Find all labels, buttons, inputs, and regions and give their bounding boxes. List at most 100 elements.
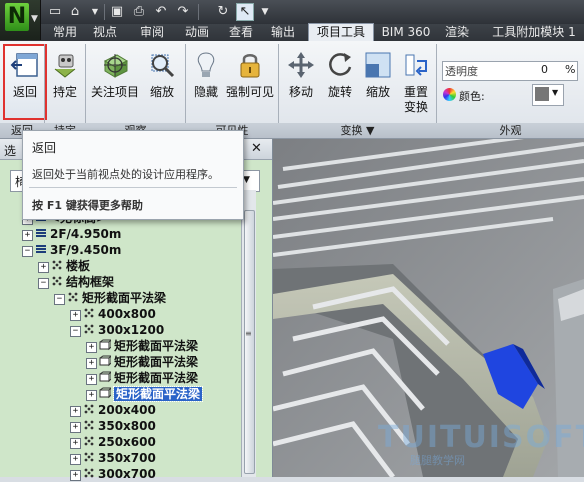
tree-row[interactable]: − 结构框架	[38, 274, 114, 290]
expand-toggle-icon[interactable]: −	[22, 246, 33, 257]
tooltip-help: 按 F1 键获得更多帮助	[32, 199, 143, 212]
tree-row-label: 350x700	[98, 451, 156, 465]
chevron-down-icon: ▼	[552, 88, 559, 97]
tree-row-label: 200x400	[98, 403, 156, 417]
tab-render[interactable]: 渲染	[440, 24, 474, 41]
transparency-slider[interactable]: 透明度 0	[442, 61, 578, 81]
grip-icon: ≡	[245, 329, 252, 338]
expand-toggle-icon[interactable]: +	[86, 358, 97, 369]
category-icon	[68, 292, 78, 302]
expand-toggle-icon[interactable]: +	[70, 422, 81, 433]
color-swatch	[535, 87, 549, 101]
tooltip-title: 返回	[32, 141, 57, 155]
watermark-subtext: 腿腿教学网	[410, 454, 465, 467]
expand-toggle-icon[interactable]: +	[86, 374, 97, 385]
category-icon	[84, 404, 94, 414]
tree-row[interactable]: + 矩形截面平法梁	[86, 370, 198, 386]
tree-row[interactable]: − 300x1200	[70, 322, 164, 338]
level-icon	[36, 229, 46, 237]
tab-addins[interactable]: 工具附加模块 1	[486, 24, 582, 41]
transparency-unit: %	[565, 63, 576, 76]
app-menu-button[interactable]: N ▼	[0, 0, 41, 40]
scale-button[interactable]: 缩放	[358, 46, 398, 116]
tree-row[interactable]: − 3F/9.450m	[22, 242, 121, 258]
expand-toggle-icon[interactable]: +	[22, 230, 33, 241]
reset-label-line1: 重置	[403, 85, 428, 99]
chevron-down-icon: ▼	[31, 14, 38, 24]
selection-tree: +<无标高>+2F/4.950m−3F/9.450m+楼板−结构框架−矩形截面平…	[0, 0, 272, 481]
tree-row[interactable]: +250x600	[70, 434, 156, 450]
geometry-icon	[99, 355, 111, 367]
category-icon	[84, 308, 94, 318]
expand-toggle-icon[interactable]: +	[70, 438, 81, 449]
tree-row[interactable]: +300x700	[70, 466, 156, 482]
tree-row-label: 结构框架	[66, 275, 115, 289]
color-label: 颜色:	[459, 90, 485, 103]
transparency-value: 0	[541, 63, 548, 76]
expand-toggle-icon[interactable]: −	[38, 278, 49, 289]
color-picker-button[interactable]: ▼	[532, 84, 564, 106]
group-label-appearance: 外观	[499, 124, 522, 137]
move-button[interactable]: 移动	[281, 46, 321, 116]
tree-row[interactable]: +400x800	[70, 306, 156, 322]
expand-toggle-icon[interactable]: +	[38, 262, 49, 273]
geometry-icon	[99, 371, 111, 383]
category-icon	[84, 468, 94, 478]
tree-row-label: 矩形截面平法梁	[114, 339, 199, 353]
tab-bim360[interactable]: BIM 360	[378, 24, 434, 41]
group-label-transform[interactable]: 变换 ▼	[279, 123, 436, 138]
tree-row-label: 矩形截面平法梁	[114, 371, 199, 385]
category-icon	[84, 324, 94, 334]
tree-scrollbar[interactable]: ≡	[241, 190, 256, 477]
expand-toggle-icon[interactable]: +	[86, 342, 97, 353]
rotate-button[interactable]: 旋转	[320, 46, 360, 116]
geometry-icon	[99, 387, 111, 399]
back-tooltip: 返回 返回处于当前视点处的设计应用程序。 按 F1 键获得更多帮助	[22, 130, 244, 220]
expand-toggle-icon[interactable]: −	[54, 294, 65, 305]
reset-button[interactable]: 重置 变换	[396, 46, 436, 116]
tree-row-label: 矩形截面平法梁	[112, 386, 204, 402]
app-logo-icon: N	[5, 3, 29, 31]
geometry-icon	[99, 339, 111, 351]
tree-row-label: 楼板	[66, 259, 91, 273]
move-arrows-icon	[288, 52, 314, 78]
tree-row[interactable]: +2F/4.950m	[22, 226, 121, 242]
expand-toggle-icon[interactable]: +	[86, 390, 97, 401]
expand-toggle-icon[interactable]: +	[70, 310, 81, 321]
tree-row[interactable]: +350x800	[70, 418, 156, 434]
watermark-text: TUITUISOFT	[378, 420, 584, 455]
level-icon	[36, 245, 46, 253]
scrollbar-thumb[interactable]: ≡	[244, 210, 255, 474]
tab-project-tools[interactable]: 项目工具	[308, 23, 374, 42]
category-icon	[84, 452, 94, 462]
category-icon	[84, 436, 94, 446]
tree-row-label: 400x800	[98, 307, 156, 321]
tree-row[interactable]: +200x400	[70, 402, 156, 418]
tree-row[interactable]: +350x700	[70, 450, 156, 466]
tree-row-label: 矩形截面平法梁	[82, 291, 167, 305]
scale-icon	[365, 52, 391, 78]
tree-row[interactable]: + 矩形截面平法梁	[86, 338, 198, 354]
tree-row[interactable]: + 矩形截面平法梁	[86, 386, 204, 402]
rotate-icon	[329, 53, 352, 76]
expand-toggle-icon[interactable]: +	[70, 470, 81, 481]
tree-row-label: 3F/9.450m	[50, 243, 122, 257]
expand-toggle-icon[interactable]: +	[70, 454, 81, 465]
tree-row[interactable]: − 矩形截面平法梁	[54, 290, 166, 306]
tree-row[interactable]: + 矩形截面平法梁	[86, 354, 198, 370]
tree-row-label: 350x800	[98, 419, 156, 433]
tree-row-label: 2F/4.950m	[50, 227, 122, 241]
tree-row-label: 250x600	[98, 435, 156, 449]
tree-row[interactable]: + 楼板	[38, 258, 90, 274]
tree-row-label: 300x700	[98, 467, 156, 481]
expand-toggle-icon[interactable]: −	[70, 326, 81, 337]
tooltip-description: 返回处于当前视点处的设计应用程序。	[32, 168, 219, 181]
tree-row-label: 300x1200	[98, 323, 165, 337]
tree-row-label: 矩形截面平法梁	[114, 355, 199, 369]
divider	[29, 187, 237, 188]
category-icon	[52, 276, 62, 286]
color-palette-icon	[443, 88, 456, 101]
reset-label-line2: 变换	[403, 100, 428, 114]
expand-toggle-icon[interactable]: +	[70, 406, 81, 417]
category-icon	[52, 260, 62, 270]
